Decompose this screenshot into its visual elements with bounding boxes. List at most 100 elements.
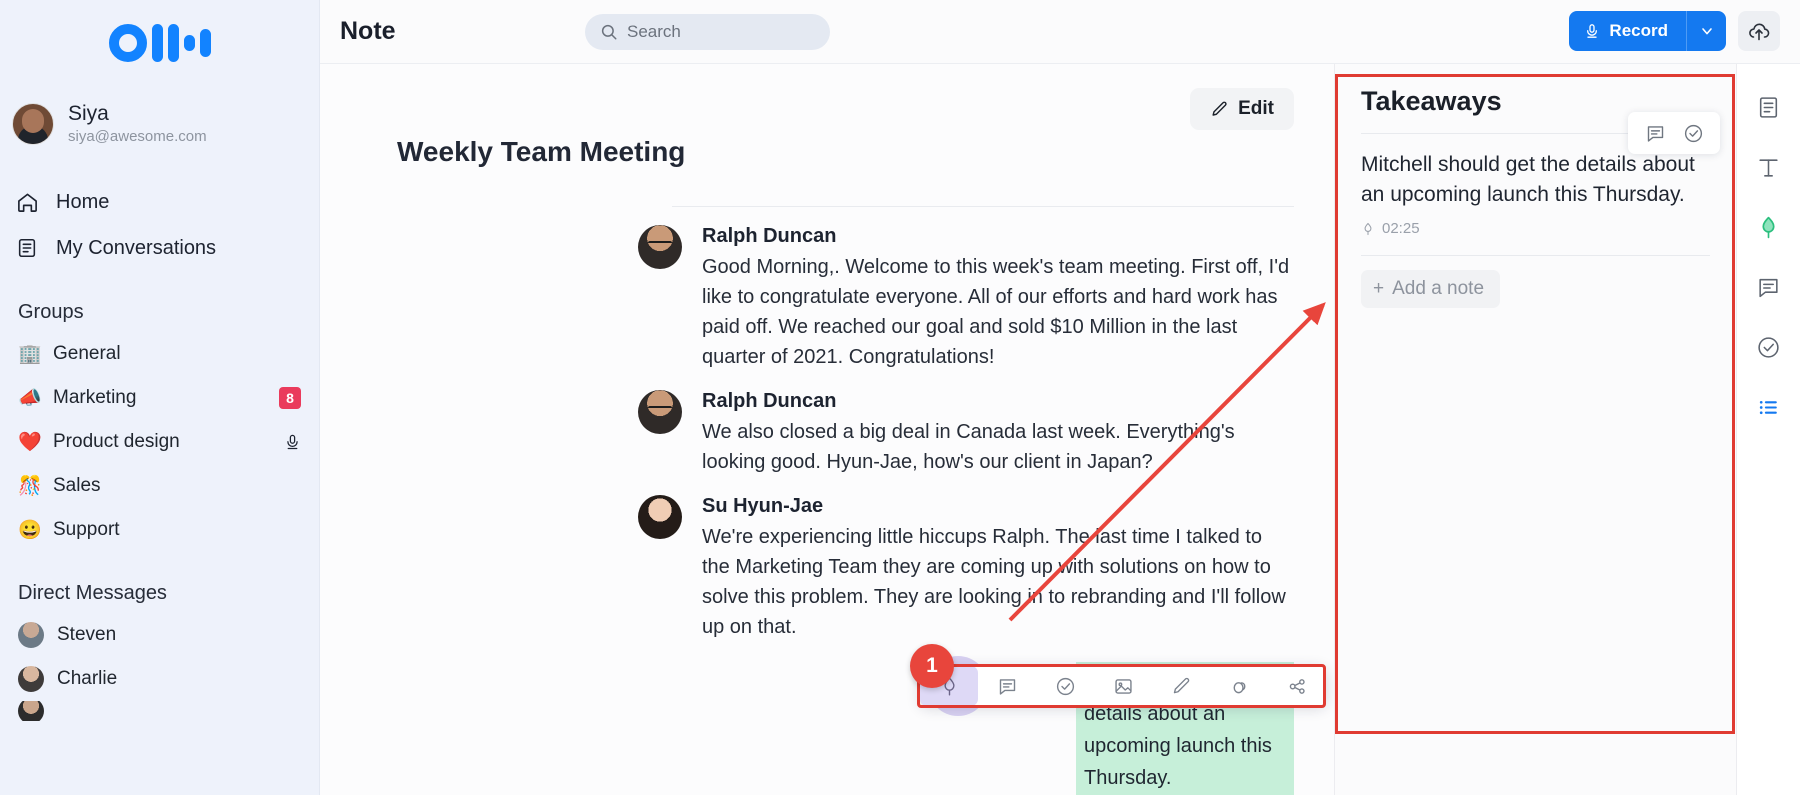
rail-action-item-button[interactable] — [1752, 330, 1786, 364]
sidebar-item-marketing[interactable]: 📣 Marketing 8 — [0, 376, 319, 420]
message-text: We also closed a big deal in Canada last… — [702, 421, 1235, 473]
annotation-toolbar — [920, 666, 1326, 706]
search-input[interactable]: Search — [585, 14, 830, 50]
logo-ring — [108, 24, 147, 62]
edit-button[interactable]: Edit — [1190, 88, 1294, 130]
otter-logo[interactable] — [0, 0, 319, 86]
direct-messages-section-title: Direct Messages — [18, 582, 167, 604]
record-dropdown-button[interactable] — [1686, 11, 1726, 51]
check-circle-icon — [1756, 335, 1781, 360]
draw-tool-button[interactable] — [1152, 666, 1210, 706]
group-label: General — [53, 343, 121, 364]
share-tool-button[interactable] — [1268, 666, 1326, 706]
speaker-name: Ralph Duncan — [702, 225, 837, 247]
takeaways-panel: Takeaways Mitchell should get the detail… — [1334, 64, 1736, 795]
sidebar-item-support[interactable]: 😀 Support — [0, 508, 319, 552]
avatar — [12, 102, 54, 145]
sidebar-item-charlie[interactable]: Charlie — [0, 657, 319, 701]
comment-icon — [1645, 123, 1666, 144]
right-tool-rail — [1736, 64, 1800, 795]
highlighter-icon — [1361, 222, 1375, 236]
takeaway-item-tools — [1628, 112, 1720, 154]
speaker-name: Su Hyun-Jae — [702, 495, 824, 517]
sidebar-item-home[interactable]: Home — [0, 179, 319, 225]
record-button[interactable]: Record — [1569, 11, 1686, 51]
logo-bar-1 — [151, 24, 163, 62]
rail-text-button[interactable] — [1752, 150, 1786, 184]
message-text: We're experiencing little hiccups Ralph.… — [702, 526, 1286, 638]
transcript-message[interactable]: Ralph Duncan Good Morning,. Welcome to t… — [320, 207, 1334, 372]
top-bar-actions: Record — [1569, 11, 1780, 51]
sidebar: Siya siya@awesome.com Home My Conversati… — [0, 0, 320, 795]
takeaway-timestamp[interactable]: 02:25 — [1361, 220, 1710, 237]
transcript-panel: Edit Weekly Team Meeting Ralph Duncan Go… — [320, 64, 1334, 795]
sidebar-item-label: Home — [56, 190, 110, 213]
comment-tool-button[interactable] — [978, 666, 1036, 706]
logo-bar-4 — [199, 29, 211, 57]
transcript-message[interactable]: Ralph Duncan We also closed a big deal i… — [320, 372, 1334, 477]
avatar — [18, 666, 44, 692]
app-root: Siya siya@awesome.com Home My Conversati… — [0, 0, 1800, 795]
rail-document-button[interactable] — [1752, 90, 1786, 124]
image-tool-button[interactable] — [1094, 666, 1152, 706]
dm-label: Steven — [57, 624, 117, 645]
logo-bar-2 — [167, 24, 179, 62]
avatar — [638, 225, 682, 269]
transcript-message[interactable]: Su Hyun-Jae We're experiencing little hi… — [320, 477, 1334, 642]
timestamp-label: 02:25 — [1382, 220, 1420, 237]
top-bar: Note Search Record — [320, 0, 1800, 64]
heart-icon: ❤️ — [18, 432, 42, 453]
step-number-badge: 1 — [910, 644, 954, 688]
confetti-icon: 🎊 — [18, 476, 42, 497]
sidebar-item-steven[interactable]: Steven — [0, 613, 319, 657]
add-note-label: Add a note — [1392, 278, 1485, 299]
eraser-tool-button[interactable] — [1210, 666, 1268, 706]
user-profile[interactable]: Siya siya@awesome.com — [0, 86, 319, 161]
cloud-upload-icon — [1747, 19, 1771, 43]
conversations-icon — [14, 237, 40, 259]
rail-list-button[interactable] — [1752, 390, 1786, 424]
smiley-icon: 😀 — [18, 520, 42, 541]
sidebar-item-sales[interactable]: 🎊 Sales — [0, 464, 319, 508]
rail-highlighter-button[interactable] — [1752, 210, 1786, 244]
microphone-icon — [284, 433, 301, 452]
pencil-icon — [1210, 100, 1229, 119]
image-icon — [1113, 676, 1134, 697]
action-item-tool-button[interactable] — [1036, 666, 1094, 706]
sidebar-item-label: My Conversations — [56, 236, 217, 259]
share-icon — [1287, 676, 1308, 697]
sidebar-item-partial[interactable] — [0, 701, 319, 721]
megaphone-icon: 📣 — [18, 388, 42, 409]
rail-comment-button[interactable] — [1752, 270, 1786, 304]
logo-bar-3 — [183, 35, 195, 51]
add-note-button[interactable]: + Add a note — [1361, 270, 1501, 308]
cloud-upload-button[interactable] — [1738, 11, 1780, 51]
comment-icon — [1756, 275, 1781, 300]
unread-badge: 8 — [279, 387, 301, 409]
sidebar-item-product-design[interactable]: ❤️ Product design — [0, 420, 319, 464]
edit-label: Edit — [1238, 98, 1274, 119]
plus-icon: + — [1373, 278, 1385, 299]
avatar — [638, 390, 682, 434]
body-row: Edit Weekly Team Meeting Ralph Duncan Go… — [320, 64, 1800, 795]
text-icon — [1756, 155, 1781, 180]
highlighter-icon — [1756, 215, 1781, 240]
sidebar-item-my-conversations[interactable]: My Conversations — [0, 225, 319, 271]
sidebar-item-general[interactable]: 🏢 General — [0, 332, 319, 376]
record-group: Record — [1569, 11, 1726, 51]
main-area: Note Search Record Edit Weekly Team Meet… — [320, 0, 1800, 795]
list-icon — [1756, 395, 1781, 420]
page-title: Note — [340, 17, 396, 45]
takeaway-action-item-button[interactable] — [1678, 118, 1708, 148]
profile-email: siya@awesome.com — [68, 128, 207, 145]
highlighted-takeaway-row: Mitchell should get the details about an… — [320, 642, 1334, 795]
check-circle-icon — [1683, 123, 1704, 144]
search-icon — [600, 23, 618, 41]
dm-label: Charlie — [57, 668, 118, 689]
takeaway-note-text[interactable]: Mitchell should get the details about an… — [1361, 150, 1710, 210]
pencil-icon — [1171, 676, 1192, 697]
home-icon — [14, 191, 40, 214]
takeaway-comment-button[interactable] — [1640, 118, 1670, 148]
microphone-icon — [1584, 22, 1600, 41]
groups-section-title: Groups — [18, 301, 84, 323]
